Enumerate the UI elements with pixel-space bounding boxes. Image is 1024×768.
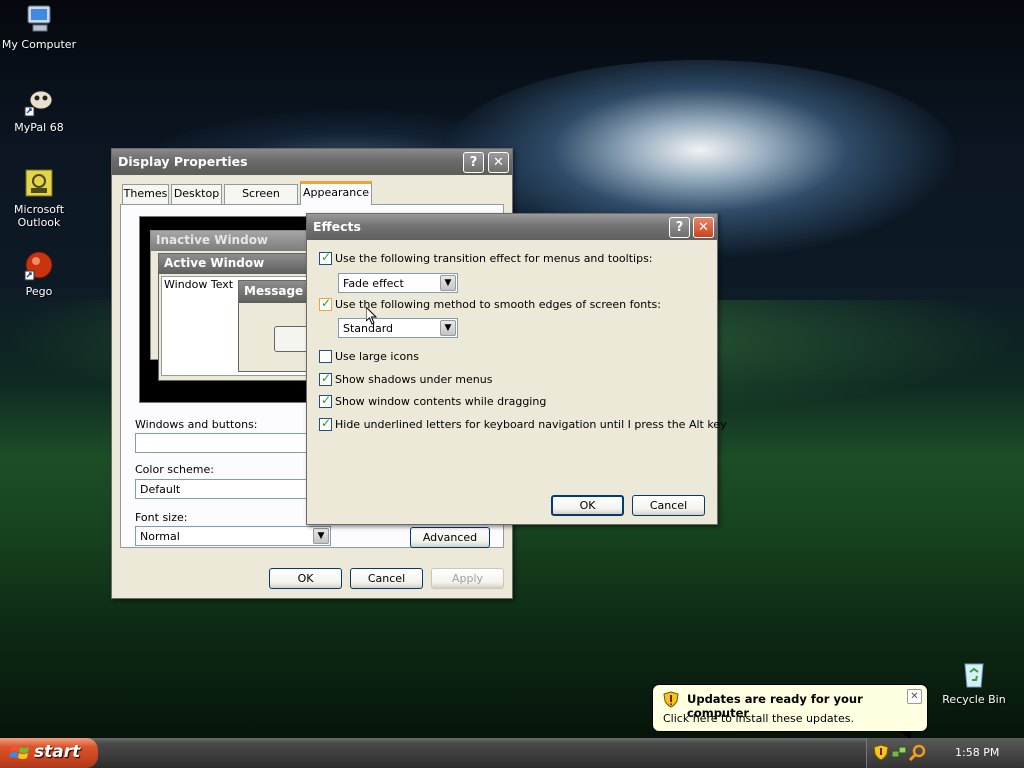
desktop-icon-pego[interactable]: Pego xyxy=(1,250,77,298)
close-icon: ✕ xyxy=(910,691,919,702)
effects-dialog: Effects ? ✕ Use the following transition… xyxy=(306,213,727,525)
close-icon: ✕ xyxy=(698,220,709,235)
system-tray: 1:58 PM xyxy=(866,738,1024,768)
large-icons-checkbox[interactable] xyxy=(319,350,332,363)
tab-themes[interactable]: Themes xyxy=(122,184,169,204)
font-smoothing-checkbox[interactable] xyxy=(319,296,332,311)
balloon-body: Click here to install these updates. xyxy=(663,712,854,725)
menu-shadows-label: Show shadows under menus xyxy=(335,373,493,386)
font-smoothing-select[interactable]: Standard ▼ xyxy=(338,318,458,338)
chevron-down-icon[interactable]: ▼ xyxy=(440,320,456,336)
desktop-icon-label: Microsoft Outlook xyxy=(13,203,65,229)
balloon-close-button[interactable]: ✕ xyxy=(907,689,922,704)
font-size-select[interactable]: Normal ▼ xyxy=(135,526,331,546)
windows-and-buttons-select[interactable] xyxy=(135,433,331,453)
update-notification-balloon[interactable]: Updates are ready for your computer Clic… xyxy=(652,684,928,740)
font-smoothing-label: Use the following method to smooth edges… xyxy=(335,298,661,311)
effects-title: Effects xyxy=(313,219,361,234)
cancel-button[interactable]: Cancel xyxy=(632,495,705,516)
desktop-icon-outlook[interactable]: Microsoft Outlook xyxy=(1,168,77,229)
display-properties-titlebar[interactable]: Display Properties ? ✕ xyxy=(112,149,512,175)
shield-icon xyxy=(663,691,679,708)
desktop-icon-label: MyPal 68 xyxy=(14,121,64,134)
desktop-icon-label: Recycle Bin xyxy=(942,693,1006,706)
desktop-icon-mypal[interactable]: MyPal 68 xyxy=(1,86,77,134)
desktop-icon-label: Pego xyxy=(25,285,53,298)
advanced-button[interactable]: Advanced xyxy=(410,527,490,548)
cancel-button[interactable]: Cancel xyxy=(350,568,423,589)
large-icons-label: Use large icons xyxy=(335,350,419,363)
start-button[interactable]: start xyxy=(0,738,98,768)
clock[interactable]: 1:58 PM xyxy=(955,746,999,759)
ok-button[interactable]: OK xyxy=(269,568,342,589)
network-icon[interactable] xyxy=(891,745,907,761)
windows-and-buttons-label: Windows and buttons: xyxy=(135,418,258,431)
close-button[interactable]: ✕ xyxy=(488,152,509,173)
mypal-icon xyxy=(23,86,55,118)
desktop-icon-label: My Computer xyxy=(1,38,77,51)
outlook-icon xyxy=(23,168,55,200)
window-title: Display Properties xyxy=(118,154,248,169)
start-label: start xyxy=(34,742,81,762)
tab-appearance[interactable]: Appearance xyxy=(300,181,372,205)
pego-icon xyxy=(23,250,55,282)
my-computer-icon xyxy=(23,3,55,35)
menu-shadows-checkbox[interactable] xyxy=(319,371,332,386)
taskbar: start 1:58 PM xyxy=(0,738,1024,768)
font-size-label: Font size: xyxy=(135,511,188,524)
help-button[interactable]: ? xyxy=(463,152,484,173)
close-icon: ✕ xyxy=(493,155,504,170)
apply-button[interactable]: Apply xyxy=(431,568,504,589)
tab-screen-saver[interactable]: Screen Saver xyxy=(224,184,298,218)
hide-underlines-label: Hide underlined letters for keyboard nav… xyxy=(335,418,727,431)
help-button[interactable]: ? xyxy=(669,217,690,238)
transition-effect-label: Use the following transition effect for … xyxy=(335,252,653,265)
hide-underlines-checkbox[interactable] xyxy=(319,416,332,431)
close-button[interactable]: ✕ xyxy=(693,217,714,238)
transition-effect-select[interactable]: Fade effect ▼ xyxy=(338,273,458,293)
drag-contents-label: Show window contents while dragging xyxy=(335,395,547,408)
ok-button[interactable]: OK xyxy=(551,495,624,516)
recycle-bin-icon xyxy=(958,658,990,690)
search-icon[interactable] xyxy=(909,744,926,761)
drag-contents-checkbox[interactable] xyxy=(319,393,332,408)
color-scheme-label: Color scheme: xyxy=(135,463,214,476)
color-scheme-select[interactable]: Default xyxy=(135,479,331,499)
desktop-icon-recycle-bin[interactable]: Recycle Bin xyxy=(936,658,1012,706)
tab-desktop[interactable]: Desktop xyxy=(171,184,222,204)
chevron-down-icon[interactable]: ▼ xyxy=(440,275,456,291)
transition-effect-checkbox[interactable] xyxy=(319,250,332,265)
desktop-icon-my-computer[interactable]: My Computer xyxy=(1,3,77,51)
chevron-down-icon[interactable]: ▼ xyxy=(313,528,329,544)
windows-logo-icon xyxy=(10,746,29,759)
security-shield-icon[interactable] xyxy=(873,744,889,761)
mouse-cursor-icon xyxy=(366,307,378,325)
effects-titlebar[interactable]: Effects ? ✕ xyxy=(307,214,717,240)
